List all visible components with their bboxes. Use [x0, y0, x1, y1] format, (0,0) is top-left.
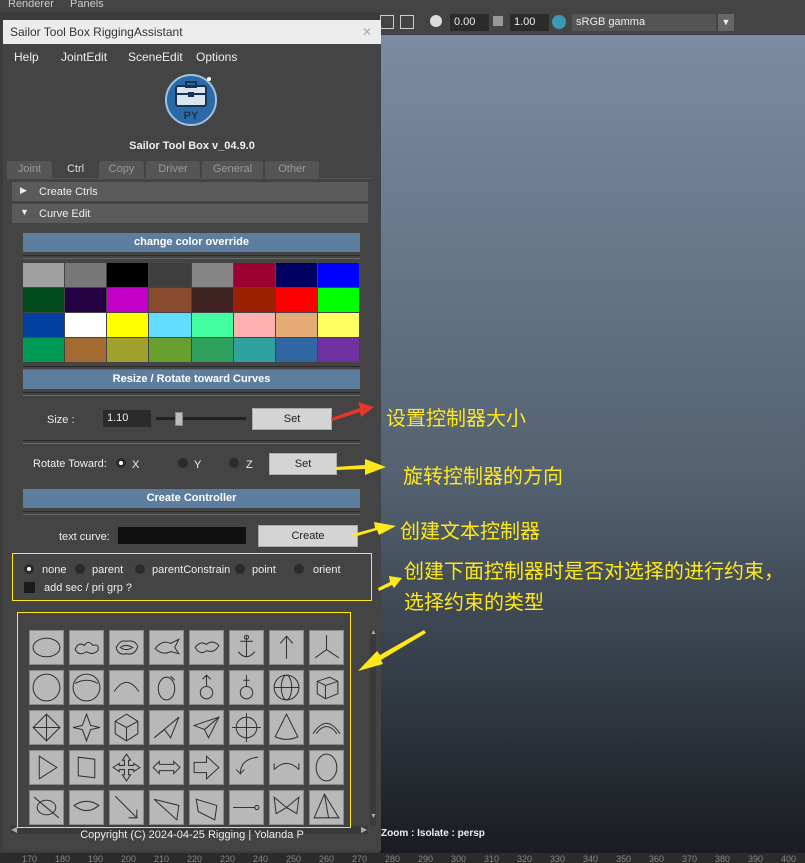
- annotation-text: 创建文本控制器: [400, 521, 540, 543]
- annotation-rotate: 旋转控制器的方向: [403, 466, 563, 488]
- annotation-size: 设置控制器大小: [386, 408, 526, 430]
- yellow-arrow-icon: [335, 459, 386, 475]
- annotation-arrows: [331, 402, 426, 671]
- yellow-arrow-icon: [353, 522, 396, 537]
- yellow-arrow-icon: [378, 576, 402, 591]
- annotation-constraint: 创建下面控制器时是否对选择的进行约束，选择约束的类型: [404, 561, 784, 614]
- red-arrow-icon: [331, 402, 374, 421]
- yellow-arrow-icon: [358, 630, 426, 671]
